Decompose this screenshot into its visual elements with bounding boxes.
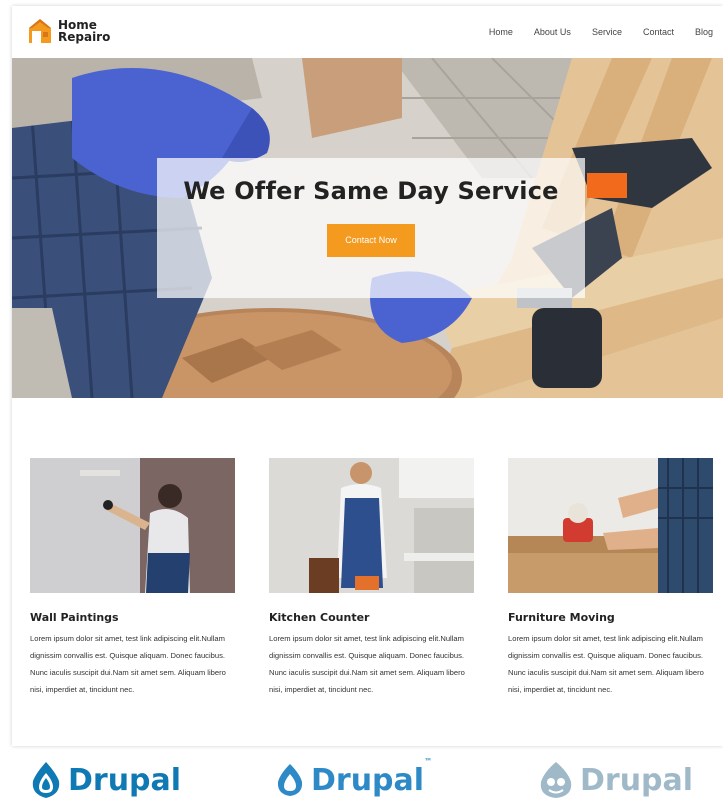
- main-nav: Home About Us Service Contact Blog: [489, 27, 723, 37]
- service-description: Lorem ipsum dolor sit amet, test link ad…: [30, 634, 226, 694]
- drupal-drop-outline-icon: [277, 764, 303, 796]
- service-card-wall-paintings: Wall Paintings Lorem ipsum dolor sit ame…: [30, 458, 235, 698]
- page-frame: Home Repairo Home About Us Service Conta…: [12, 6, 723, 746]
- site-logo[interactable]: Home Repairo: [28, 18, 110, 44]
- drupal-logo-1: Drupal: [30, 758, 181, 802]
- service-title: Furniture Moving: [508, 611, 615, 624]
- nav-service[interactable]: Service: [592, 27, 622, 37]
- service-card-furniture-moving: Furniture Moving Lorem ipsum dolor sit a…: [508, 458, 713, 698]
- hero-title: We Offer Same Day Service: [183, 177, 559, 205]
- drupal-wordmark: Drupal: [580, 762, 694, 798]
- druplicon-icon: [540, 762, 572, 798]
- service-description: Lorem ipsum dolor sit amet, test link ad…: [508, 634, 704, 694]
- drupal-word-text: Drupal: [311, 762, 425, 798]
- drupal-logo-3: Drupal: [538, 758, 693, 802]
- service-title: Wall Paintings: [30, 611, 119, 624]
- nav-about-us[interactable]: About Us: [534, 27, 571, 37]
- hero-overlay-box: We Offer Same Day Service Contact Now: [157, 158, 585, 298]
- trademark-symbol: ™: [424, 756, 433, 766]
- service-description: Lorem ipsum dolor sit amet, test link ad…: [269, 634, 465, 694]
- house-logo-icon: [29, 19, 51, 43]
- site-header: Home Repairo Home About Us Service Conta…: [12, 6, 723, 58]
- contact-now-button[interactable]: Contact Now: [327, 224, 415, 257]
- hero-section: We Offer Same Day Service Contact Now: [12, 58, 723, 398]
- nav-blog[interactable]: Blog: [695, 27, 713, 37]
- nav-home[interactable]: Home: [489, 27, 513, 37]
- kitchen-counter-image: [269, 458, 474, 593]
- drupal-logo-2: Drupal™: [275, 757, 432, 802]
- furniture-moving-image: [508, 458, 713, 593]
- drupal-drop-icon: [32, 762, 60, 798]
- wall-painting-image: [30, 458, 235, 593]
- nav-contact[interactable]: Contact: [643, 27, 674, 37]
- drupal-wordmark: Drupal: [68, 762, 182, 798]
- service-title: Kitchen Counter: [269, 611, 370, 624]
- logo-text: Home Repairo: [58, 18, 111, 44]
- service-card-kitchen-counter: Kitchen Counter Lorem ipsum dolor sit am…: [269, 458, 474, 698]
- drupal-wordmark: Drupal™: [311, 757, 432, 798]
